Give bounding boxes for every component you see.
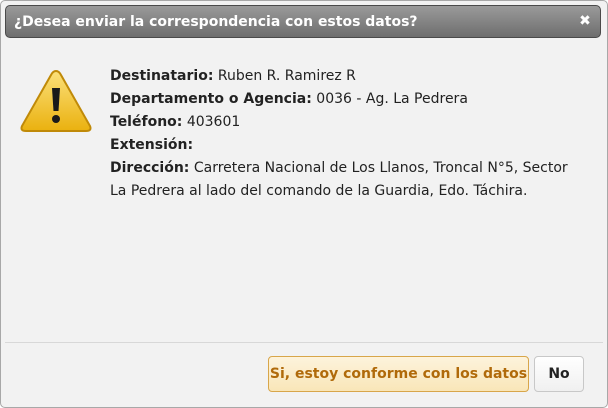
- detail-label: Extensión:: [110, 137, 194, 153]
- confirm-dialog: ¿Desea enviar la correspondencia con est…: [0, 0, 608, 408]
- detail-label: Destinatario:: [110, 68, 214, 84]
- confirm-button[interactable]: Si, estoy conforme con los datos: [268, 356, 529, 392]
- close-icon[interactable]: ✖: [577, 13, 593, 29]
- detail-destinatario: Destinatario: Ruben R. Ramirez R: [110, 65, 580, 88]
- dialog-titlebar: ¿Desea enviar la correspondencia con est…: [5, 5, 601, 38]
- recipient-details: Destinatario: Ruben R. Ramirez R Departa…: [110, 65, 580, 203]
- detail-label: Teléfono:: [110, 114, 183, 130]
- detail-value: 0036 - Ag. La Pedrera: [316, 91, 468, 107]
- detail-label: Dirección:: [110, 160, 190, 176]
- detail-direccion: Dirección: Carretera Nacional de Los Lla…: [110, 157, 580, 203]
- detail-value: Ruben R. Ramirez R: [217, 68, 356, 84]
- detail-telefono: Teléfono: 403601: [110, 111, 580, 134]
- cancel-button[interactable]: No: [534, 356, 584, 392]
- warning-icon: [20, 69, 92, 132]
- footer-divider: [5, 342, 603, 343]
- detail-label: Departamento o Agencia:: [110, 91, 312, 107]
- detail-departamento: Departamento o Agencia: 0036 - Ag. La Pe…: [110, 88, 580, 111]
- dialog-title: ¿Desea enviar la correspondencia con est…: [14, 14, 418, 30]
- detail-extension: Extensión:: [110, 134, 580, 157]
- detail-value: 403601: [186, 114, 241, 130]
